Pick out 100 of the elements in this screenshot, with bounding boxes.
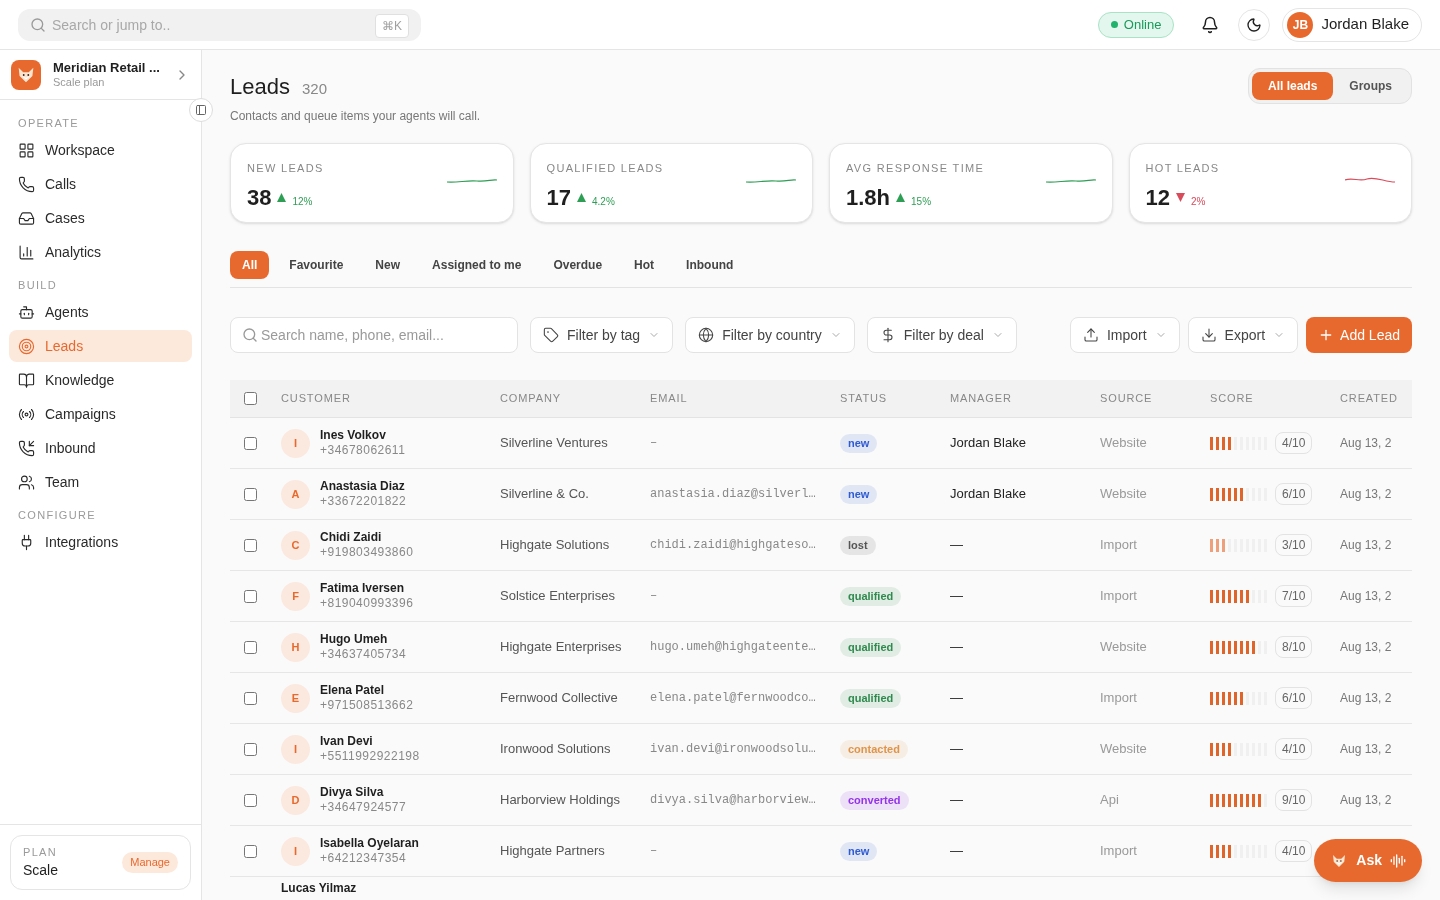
grid-icon bbox=[18, 141, 35, 159]
created-date: Aug 13, 2 bbox=[1340, 741, 1393, 758]
score-meter bbox=[1210, 436, 1267, 450]
customer-avatar: H bbox=[281, 632, 310, 662]
stat-value: 17 bbox=[546, 183, 571, 212]
company-cell-text: Harborview Holdings bbox=[500, 791, 621, 810]
row-checkbox[interactable] bbox=[243, 538, 257, 552]
customer-name: Lucas Yilmaz bbox=[281, 881, 357, 896]
score-value: 4/10 bbox=[1275, 738, 1313, 760]
row-checkbox[interactable] bbox=[243, 589, 257, 603]
incoming-call-icon bbox=[18, 439, 35, 457]
status-badge: new bbox=[840, 434, 878, 453]
sidebar-item[interactable]: Calls bbox=[9, 168, 192, 200]
customer-phone: +34678062611 bbox=[320, 443, 406, 458]
email-cell-text: chidi.zaidi@highgateso… bbox=[650, 537, 817, 554]
row-checkbox[interactable] bbox=[243, 742, 257, 756]
manager-cell-text: — bbox=[950, 536, 964, 555]
filter-tab[interactable]: Overdue bbox=[541, 251, 615, 279]
column-header: CREATED bbox=[1340, 391, 1399, 407]
row-checkbox[interactable] bbox=[243, 640, 257, 654]
email-cell-text: – bbox=[650, 435, 659, 452]
company-cell-text: Highgate Solutions bbox=[500, 536, 611, 555]
score-value: 4/10 bbox=[1275, 432, 1313, 454]
email-cell-text: hugo.umeh@highgateente… bbox=[650, 639, 817, 656]
search-icon bbox=[242, 327, 258, 343]
customer-avatar: E bbox=[281, 683, 310, 713]
column-header: STATUS bbox=[840, 391, 889, 407]
book-icon bbox=[18, 371, 35, 389]
action-dropdown[interactable]: Export bbox=[1187, 317, 1299, 353]
email-cell-text: divya.silva@harborview… bbox=[650, 792, 817, 809]
customer-avatar: C bbox=[281, 530, 310, 560]
customer-phone: +971508513662 bbox=[320, 698, 414, 713]
stat-label: HOT LEADS bbox=[1145, 161, 1220, 176]
row-checkbox[interactable] bbox=[243, 793, 257, 807]
source-cell-text: Website bbox=[1100, 638, 1148, 657]
column-header: SCORE bbox=[1210, 391, 1255, 407]
sidebar-item[interactable]: Integrations bbox=[9, 526, 192, 558]
collapse-sidebar-button[interactable] bbox=[189, 98, 213, 122]
customer-name: Divya Silva bbox=[320, 785, 385, 800]
manager-cell-text: — bbox=[950, 842, 964, 861]
score-meter bbox=[1210, 640, 1267, 654]
sidebar-item[interactable]: Team bbox=[9, 466, 192, 498]
filter-dropdown[interactable]: Filter by country bbox=[685, 317, 855, 353]
workspace-plan: Scale plan bbox=[53, 75, 106, 90]
created-date: Aug 13, 2 bbox=[1340, 639, 1393, 656]
sidebar-item[interactable]: Cases bbox=[9, 202, 192, 234]
filter-tab[interactable]: New bbox=[363, 251, 413, 279]
row-checkbox[interactable] bbox=[243, 487, 257, 501]
action-dropdown[interactable]: Import bbox=[1069, 317, 1180, 353]
sidebar-item[interactable]: Analytics bbox=[9, 236, 192, 268]
customer-name: Ines Volkov bbox=[320, 428, 387, 443]
user-menu-button[interactable]: JB Jordan Blake bbox=[1282, 7, 1422, 42]
row-checkbox[interactable] bbox=[243, 691, 257, 705]
sidebar-item[interactable]: Knowledge bbox=[9, 364, 192, 396]
lead-search-field[interactable]: Search name, phone, email... bbox=[230, 317, 518, 353]
manager-cell-text: — bbox=[950, 689, 964, 708]
source-cell-text: Import bbox=[1100, 536, 1138, 555]
filter-tab[interactable]: Inbound bbox=[674, 251, 746, 279]
view-tab[interactable]: Groups bbox=[1333, 72, 1408, 100]
score-meter bbox=[1210, 538, 1267, 552]
score-meter bbox=[1210, 844, 1267, 858]
sidebar-panel-icon bbox=[195, 104, 207, 116]
source-cell-text: Import bbox=[1100, 689, 1138, 708]
bar-chart-icon bbox=[18, 243, 35, 261]
filter-dropdown[interactable]: Filter by tag bbox=[530, 317, 674, 353]
filter-tab[interactable]: Hot bbox=[622, 251, 667, 279]
sidebar-item[interactable]: Agents bbox=[9, 296, 192, 328]
created-date: Aug 13, 2 bbox=[1340, 690, 1393, 707]
sidebar-item[interactable]: Inbound bbox=[9, 432, 192, 464]
customer-avatar: I bbox=[281, 428, 310, 458]
trend-up-icon bbox=[577, 192, 586, 202]
workspace-switcher[interactable]: Meridian Retail ... Scale plan bbox=[0, 50, 201, 100]
manager-cell-text: — bbox=[950, 638, 964, 657]
column-header: CUSTOMER bbox=[280, 391, 352, 407]
filter-dropdown[interactable]: Filter by deal bbox=[866, 317, 1017, 353]
created-date: Aug 13, 2 bbox=[1340, 537, 1393, 554]
sidebar-item[interactable]: Workspace bbox=[9, 134, 192, 166]
target-icon bbox=[18, 337, 35, 355]
score-meter bbox=[1210, 742, 1267, 756]
sidebar-item[interactable]: Campaigns bbox=[9, 398, 192, 430]
status-badge: new bbox=[840, 485, 878, 504]
stat-label: AVG RESPONSE TIME bbox=[846, 161, 985, 176]
manager-cell-text: — bbox=[950, 791, 964, 810]
filter-tab[interactable]: Assigned to me bbox=[420, 251, 534, 279]
email-cell-text: elena.patel@fernwoodco… bbox=[650, 690, 817, 707]
select-all-checkbox[interactable] bbox=[243, 392, 257, 405]
filter-tab[interactable]: Favourite bbox=[277, 251, 356, 279]
customer-name: Anastasia Diaz bbox=[320, 479, 406, 494]
manager-cell-text: — bbox=[950, 587, 964, 606]
source-cell-text: Import bbox=[1100, 842, 1138, 861]
row-checkbox[interactable] bbox=[243, 436, 257, 450]
stat-value: 38 bbox=[247, 183, 272, 212]
source-cell-text: Import bbox=[1100, 587, 1138, 606]
trend-up-icon bbox=[896, 192, 906, 202]
page-subtitle: Contacts and queue items your agents will call. bbox=[230, 108, 481, 125]
stat-change: 15% bbox=[911, 194, 932, 209]
row-checkbox[interactable] bbox=[243, 844, 257, 858]
company-cell-text: Highgate Enterprises bbox=[500, 638, 623, 657]
status-badge: lost bbox=[840, 536, 876, 555]
email-cell-text: ivan.devi@ironwoodsolu… bbox=[650, 741, 817, 758]
